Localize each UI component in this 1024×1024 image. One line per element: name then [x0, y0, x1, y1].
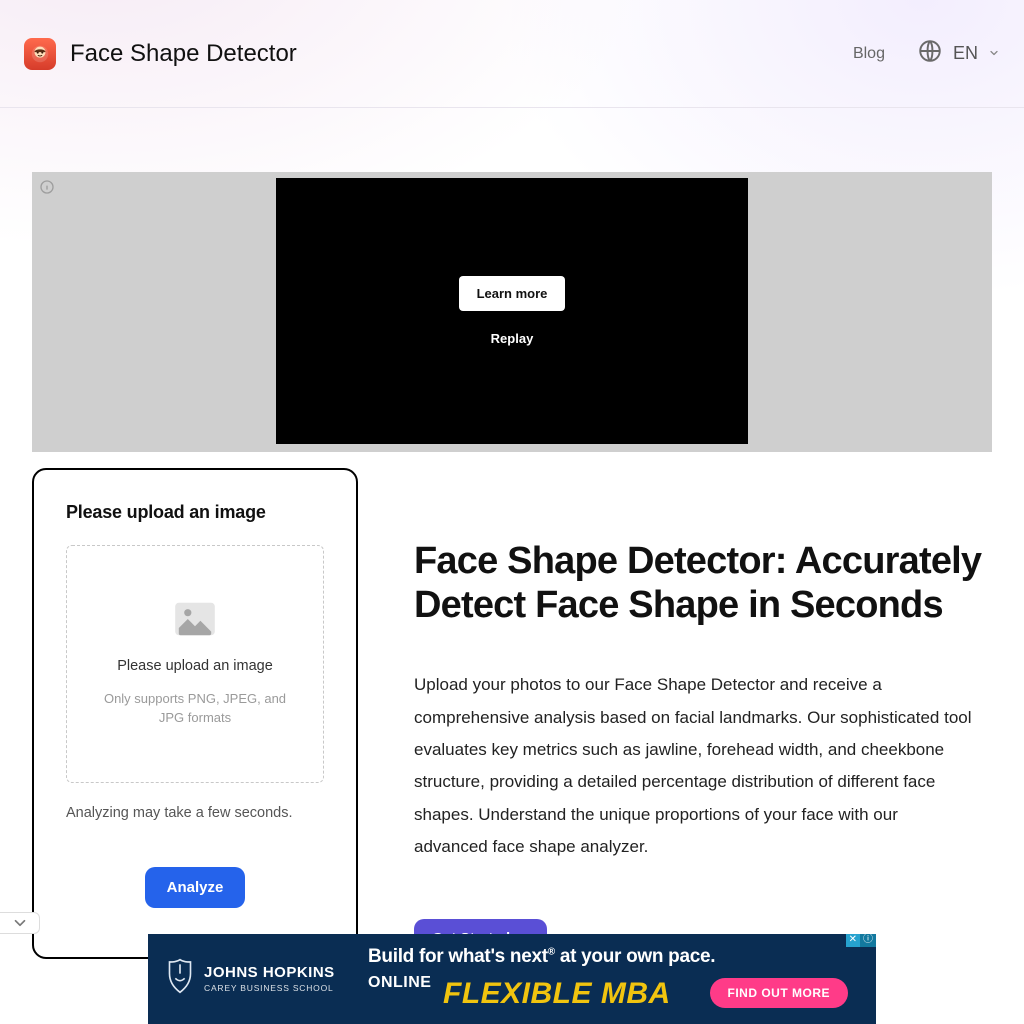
- site-header: Face Shape Detector Blog EN: [0, 0, 1024, 108]
- video-ad-player: Learn more Replay: [276, 178, 748, 444]
- banner-flexible-mba: FLEXIBLE MBA: [443, 977, 671, 1011]
- ad-info-icon[interactable]: [39, 179, 55, 200]
- language-selector[interactable]: EN: [917, 38, 1000, 69]
- upload-title: Please upload an image: [66, 502, 324, 523]
- hero-ad-slot: Learn more Replay: [32, 172, 992, 452]
- upload-card: Please upload an image Please upload an …: [32, 468, 358, 959]
- analyze-button[interactable]: Analyze: [145, 867, 246, 908]
- copy-column: Face Shape Detector: Accurately Detect F…: [414, 468, 992, 959]
- banner-logo: JOHNS HOPKINS CAREY BUSINESS SCHOOL: [166, 956, 335, 1001]
- banner-school-line2: CAREY BUSINESS SCHOOL: [204, 983, 335, 993]
- upload-dropzone[interactable]: Please upload an image Only supports PNG…: [66, 545, 324, 783]
- header-right: Blog EN: [853, 38, 1000, 69]
- globe-icon: [917, 38, 943, 69]
- chevron-down-icon: [988, 43, 1000, 64]
- ad-close-icon[interactable]: ✕: [846, 934, 860, 947]
- ad-info-icon[interactable]: ⓘ: [860, 934, 876, 947]
- collapse-ad-button[interactable]: [0, 912, 40, 934]
- app-logo-icon: [24, 38, 56, 70]
- banner-subhead: ONLINE: [368, 974, 431, 992]
- banner-school-line1: JOHNS HOPKINS: [204, 965, 335, 980]
- main-row: Please upload an image Please upload an …: [0, 452, 1024, 959]
- bottom-banner-ad[interactable]: ✕ ⓘ JOHNS HOPKINS CAREY BUSINESS SCHOOL …: [148, 934, 876, 1024]
- brand-title: Face Shape Detector: [70, 40, 297, 68]
- image-placeholder-icon: [173, 601, 217, 642]
- brand[interactable]: Face Shape Detector: [24, 38, 297, 70]
- banner-headline: Build for what's next® at your own pace.: [368, 946, 715, 968]
- analyze-note: Analyzing may take a few seconds.: [66, 805, 324, 821]
- page-title: Face Shape Detector: Accurately Detect F…: [414, 540, 992, 627]
- replay-button[interactable]: Replay: [491, 331, 534, 346]
- ad-badge[interactable]: ✕ ⓘ: [846, 934, 876, 947]
- language-label: EN: [953, 43, 978, 64]
- shield-icon: [166, 956, 194, 1001]
- banner-cta-button[interactable]: FIND OUT MORE: [710, 978, 849, 1008]
- learn-more-button[interactable]: Learn more: [459, 276, 566, 311]
- page-description: Upload your photos to our Face Shape Det…: [414, 669, 974, 863]
- nav-blog[interactable]: Blog: [853, 45, 885, 63]
- dropzone-line1: Please upload an image: [117, 658, 273, 674]
- dropzone-line2: Only supports PNG, JPEG, and JPG formats: [95, 690, 295, 728]
